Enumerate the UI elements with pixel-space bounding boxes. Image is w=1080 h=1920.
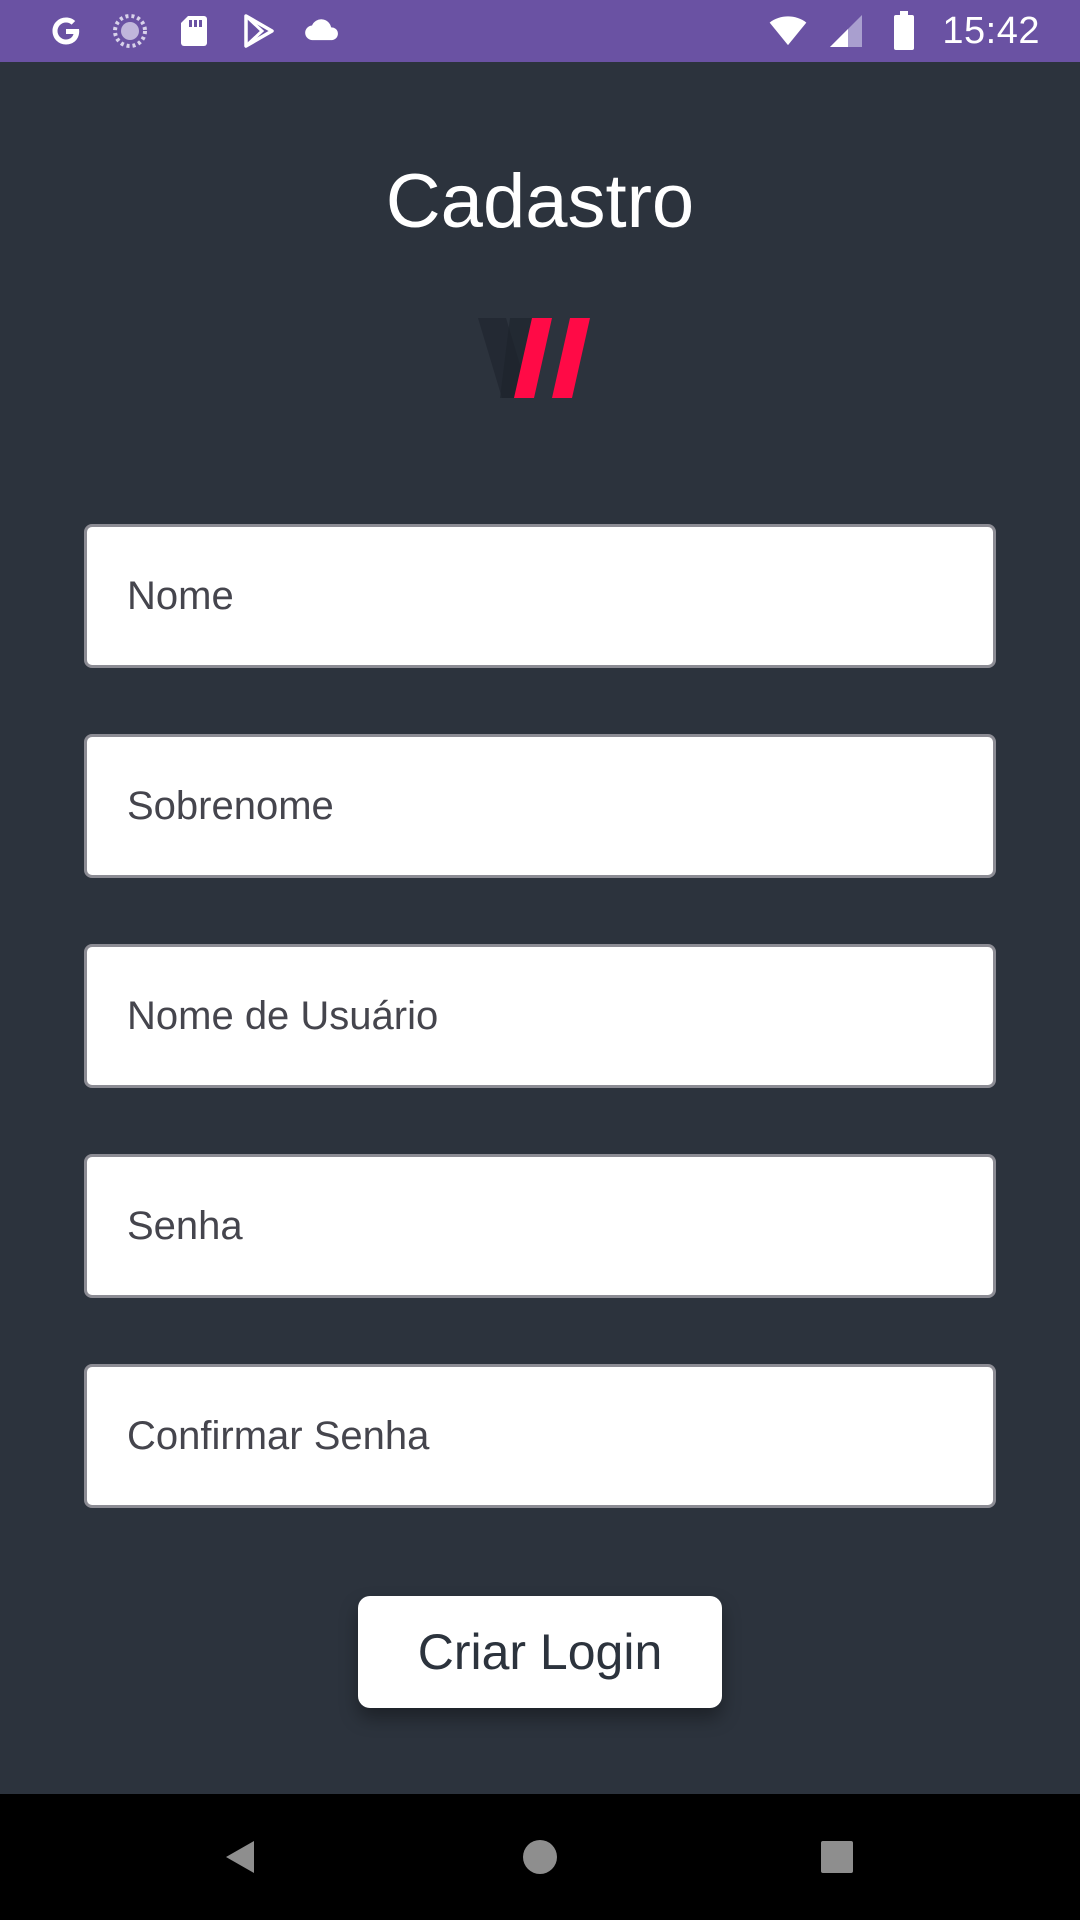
home-icon[interactable] (507, 1824, 573, 1890)
usuario-field[interactable] (84, 944, 996, 1088)
sd-card-icon (174, 11, 214, 51)
username-input[interactable] (87, 947, 993, 1085)
clock: 15:42 (942, 9, 1040, 52)
google-icon (46, 11, 86, 51)
status-bar: 15:42 (0, 0, 1080, 62)
cloud-icon (302, 11, 342, 51)
double-slash-logo (470, 312, 610, 404)
recents-icon[interactable] (804, 1824, 870, 1890)
password-input[interactable] (87, 1157, 993, 1295)
notification-icons (46, 8, 342, 54)
back-icon[interactable] (207, 1824, 273, 1890)
sobrenome-field[interactable] (84, 734, 996, 878)
confirmar-senha-field[interactable] (84, 1364, 996, 1508)
confirm-password-input[interactable] (87, 1367, 993, 1505)
page-title: Cadastro (385, 159, 695, 244)
navigation-bar (0, 1794, 1080, 1920)
create-login-button[interactable]: Criar Login (358, 1596, 722, 1708)
cellular-signal-icon (826, 11, 866, 51)
loading-icon (110, 11, 150, 51)
senha-field[interactable] (84, 1154, 996, 1298)
nome-input[interactable] (87, 527, 993, 665)
wifi-icon (768, 11, 808, 51)
battery-icon (884, 11, 924, 51)
sobrenome-input[interactable] (87, 737, 993, 875)
play-store-icon (238, 11, 278, 51)
nome-field[interactable] (84, 524, 996, 668)
system-icons: 15:42 (768, 8, 1040, 54)
